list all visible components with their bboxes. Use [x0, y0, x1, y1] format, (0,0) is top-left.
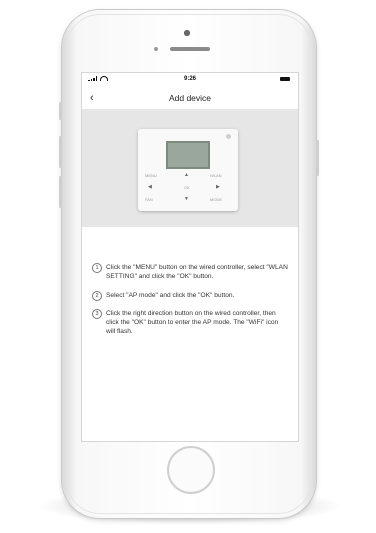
- step-text: Click the right direction button on the …: [106, 309, 279, 336]
- controller-indicator: [226, 134, 231, 139]
- step-number: 2: [92, 290, 102, 301]
- controller-up-arrow: ▲: [184, 172, 189, 178]
- controller-wlan-label: WLAN: [210, 173, 222, 178]
- list-item: 3 Click the right direction button on th…: [92, 308, 288, 337]
- proximity-sensor: [154, 47, 158, 51]
- step-number: 1: [92, 263, 102, 273]
- earpiece-speaker: [170, 47, 210, 51]
- phone-frame: 9:26 ‹ Add device MENU ▲ WLAN ◀ OK ▶ FAN…: [59, 10, 319, 518]
- volume-up-button: [59, 136, 62, 168]
- controller-right-arrow: ▶: [216, 184, 220, 190]
- nav-bar: ‹ Add device: [82, 89, 298, 107]
- list-item: 1 Click the "MENU" button on the wired c…: [92, 263, 288, 282]
- page-title: Add device: [168, 93, 212, 103]
- volume-down-button: [59, 176, 62, 208]
- controller-illustration: MENU ▲ WLAN ◀ OK ▶ FAN ▼ MODE: [82, 109, 298, 227]
- wired-controller-image: MENU ▲ WLAN ◀ OK ▶ FAN ▼ MODE: [138, 129, 238, 211]
- list-item: 2 Select "AP mode" and click the "OK" bu…: [92, 290, 288, 301]
- power-button: [316, 140, 319, 176]
- step-number: 3: [92, 308, 102, 319]
- controller-menu-label: MENU: [145, 173, 157, 178]
- controller-down-arrow: ▼: [184, 196, 189, 202]
- instruction-steps: 1 Click the "MENU" button on the wired c…: [92, 263, 288, 346]
- battery-icon: [280, 77, 290, 81]
- controller-ok-label: OK: [184, 185, 190, 190]
- controller-mode-label: MODE: [210, 197, 222, 202]
- step-text: Select "AP mode" and click the "OK" butt…: [106, 291, 235, 299]
- controller-lcd: [166, 141, 210, 169]
- front-camera: [184, 30, 190, 36]
- mute-switch: [59, 102, 62, 120]
- status-bar: 9:26: [82, 73, 298, 87]
- home-button[interactable]: [167, 446, 215, 494]
- controller-fan-label: FAN: [145, 197, 153, 202]
- controller-left-arrow: ◀: [148, 184, 152, 190]
- status-time: 9:26: [183, 76, 196, 82]
- step-text: Click the "MENU" button on the wired con…: [106, 264, 288, 281]
- phone-screen: 9:26 ‹ Add device MENU ▲ WLAN ◀ OK ▶ FAN…: [81, 72, 299, 442]
